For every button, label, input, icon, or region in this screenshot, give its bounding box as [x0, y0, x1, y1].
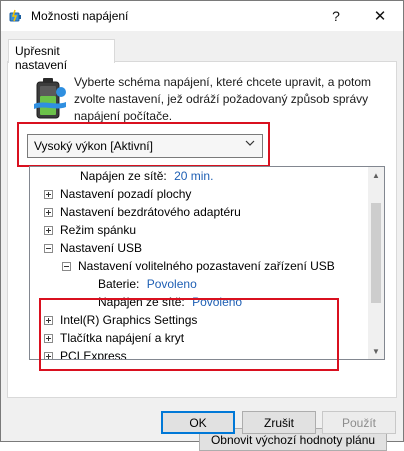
tree-row-ac-sleep[interactable]: Napájen ze sítě: 20 min. — [80, 167, 213, 185]
setting-value[interactable]: Povoleno — [147, 277, 197, 291]
expand-icon[interactable] — [44, 208, 53, 217]
scroll-thumb[interactable] — [371, 203, 381, 303]
tree-row-usb-settings[interactable]: Nastavení USB — [44, 239, 142, 257]
title-bar: Možnosti napájení ? ✕ — [1, 1, 403, 31]
collapse-icon[interactable] — [44, 244, 53, 253]
power-options-dialog: Možnosti napájení ? ✕ Upřesnit nastavení… — [0, 0, 404, 451]
tab-advanced-settings[interactable]: Upřesnit nastavení — [8, 39, 115, 72]
help-button[interactable]: ? — [313, 1, 359, 31]
setting-label: Baterie: — [98, 277, 140, 291]
setting-label: Napájen ze sítě: — [80, 169, 167, 183]
tree-row-usb-battery[interactable]: Baterie: Povoleno — [98, 275, 197, 293]
window-title: Možnosti napájení — [31, 9, 129, 23]
setting-label: Režim spánku — [60, 223, 137, 237]
tree-row-sleep[interactable]: Režim spánku — [44, 221, 136, 239]
scroll-down-arrow-icon[interactable]: ▼ — [368, 343, 384, 359]
setting-label: Nastavení pozadí plochy — [60, 187, 192, 201]
setting-value[interactable]: 20 min. — [174, 169, 213, 183]
expand-icon[interactable] — [44, 190, 53, 199]
setting-label: Nastavení USB — [60, 241, 143, 255]
description-text: Vyberte schéma napájení, které chcete up… — [74, 75, 372, 123]
apply-button[interactable]: Použít — [322, 411, 396, 434]
collapse-icon[interactable] — [62, 262, 71, 271]
cancel-button[interactable]: Zrušit — [242, 411, 316, 434]
advanced-settings-panel: Vyberte schéma napájení, které chcete up… — [7, 61, 397, 451]
expand-icon[interactable] — [44, 226, 53, 235]
close-button[interactable]: ✕ — [357, 1, 403, 31]
battery-icon — [34, 78, 66, 119]
power-options-icon — [9, 9, 21, 22]
scroll-up-arrow-icon[interactable]: ▲ — [368, 167, 384, 183]
power-plan-dropdown[interactable]: Vysoký výkon [Aktivní] — [27, 134, 263, 158]
highlight-box-usb — [39, 298, 339, 371]
chevron-down-icon — [245, 140, 255, 146]
setting-label: Nastavení bezdrátového adaptéru — [60, 205, 241, 219]
tree-row-wireless-adapter[interactable]: Nastavení bezdrátového adaptéru — [44, 203, 241, 221]
tree-scrollbar[interactable]: ▲ ▼ — [368, 167, 384, 359]
ok-button[interactable]: OK — [161, 411, 235, 434]
tree-row-usb-selective-suspend[interactable]: Nastavení volitelného pozastavení zaříze… — [62, 257, 335, 275]
power-plan-selected: Vysoký výkon [Aktivní] — [34, 139, 153, 153]
setting-label: Nastavení volitelného pozastavení zaříze… — [78, 259, 335, 273]
tree-row-desktop-background[interactable]: Nastavení pozadí plochy — [44, 185, 191, 203]
